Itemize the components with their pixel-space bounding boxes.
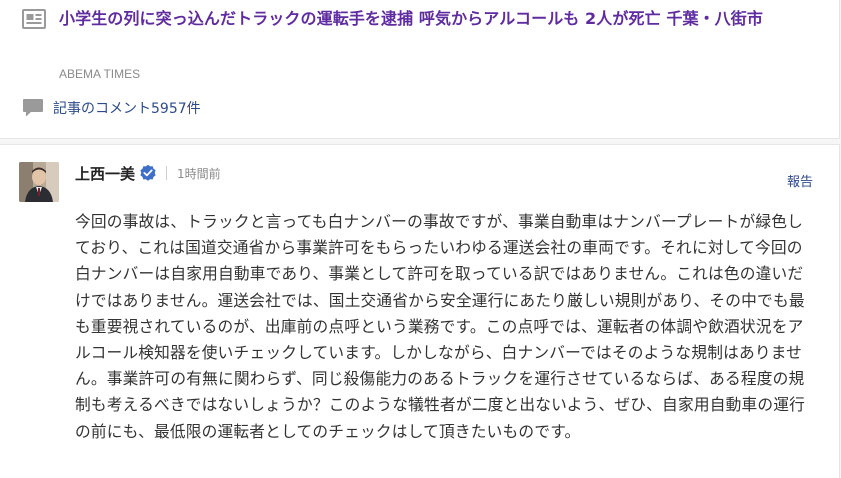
author-avatar[interactable] (19, 162, 59, 202)
comments-count-label: 記事のコメント5957件 (53, 101, 201, 117)
article-comments-link[interactable]: 記事のコメント5957件 (22, 97, 201, 119)
comment-timestamp: 1時間前 (177, 166, 221, 181)
verified-badge-icon (140, 164, 156, 181)
page: 小学生の列に突っ込んだトラックの運転手を逮捕 呼気からアルコールも 2人が死亡 … (0, 0, 841, 478)
news-article-icon (22, 9, 46, 29)
article-title-link[interactable]: 小学生の列に突っ込んだトラックの運転手を逮捕 呼気からアルコールも 2人が死亡 … (59, 4, 819, 33)
author-time-divider (166, 166, 168, 180)
speech-bubble-icon (23, 99, 43, 117)
author-row: 上西一美 1時間前 (75, 162, 221, 184)
comment-text: 今回の事故は、トラックと言っても白ナンバーの事故ですが、事業自動車はナンバープレ… (75, 212, 806, 441)
author-name[interactable]: 上西一美 (75, 163, 135, 184)
article-card: 小学生の列に突っ込んだトラックの運転手を逮捕 呼気からアルコールも 2人が死亡 … (0, 0, 840, 139)
article-source: ABEMA TIMES (59, 67, 141, 81)
avatar-image (19, 162, 59, 202)
report-button[interactable]: 報告 (787, 171, 813, 190)
comment-card: 上西一美 1時間前 報告 今回の事故は、トラックと言っても白ナンバーの事故ですが… (0, 144, 840, 478)
